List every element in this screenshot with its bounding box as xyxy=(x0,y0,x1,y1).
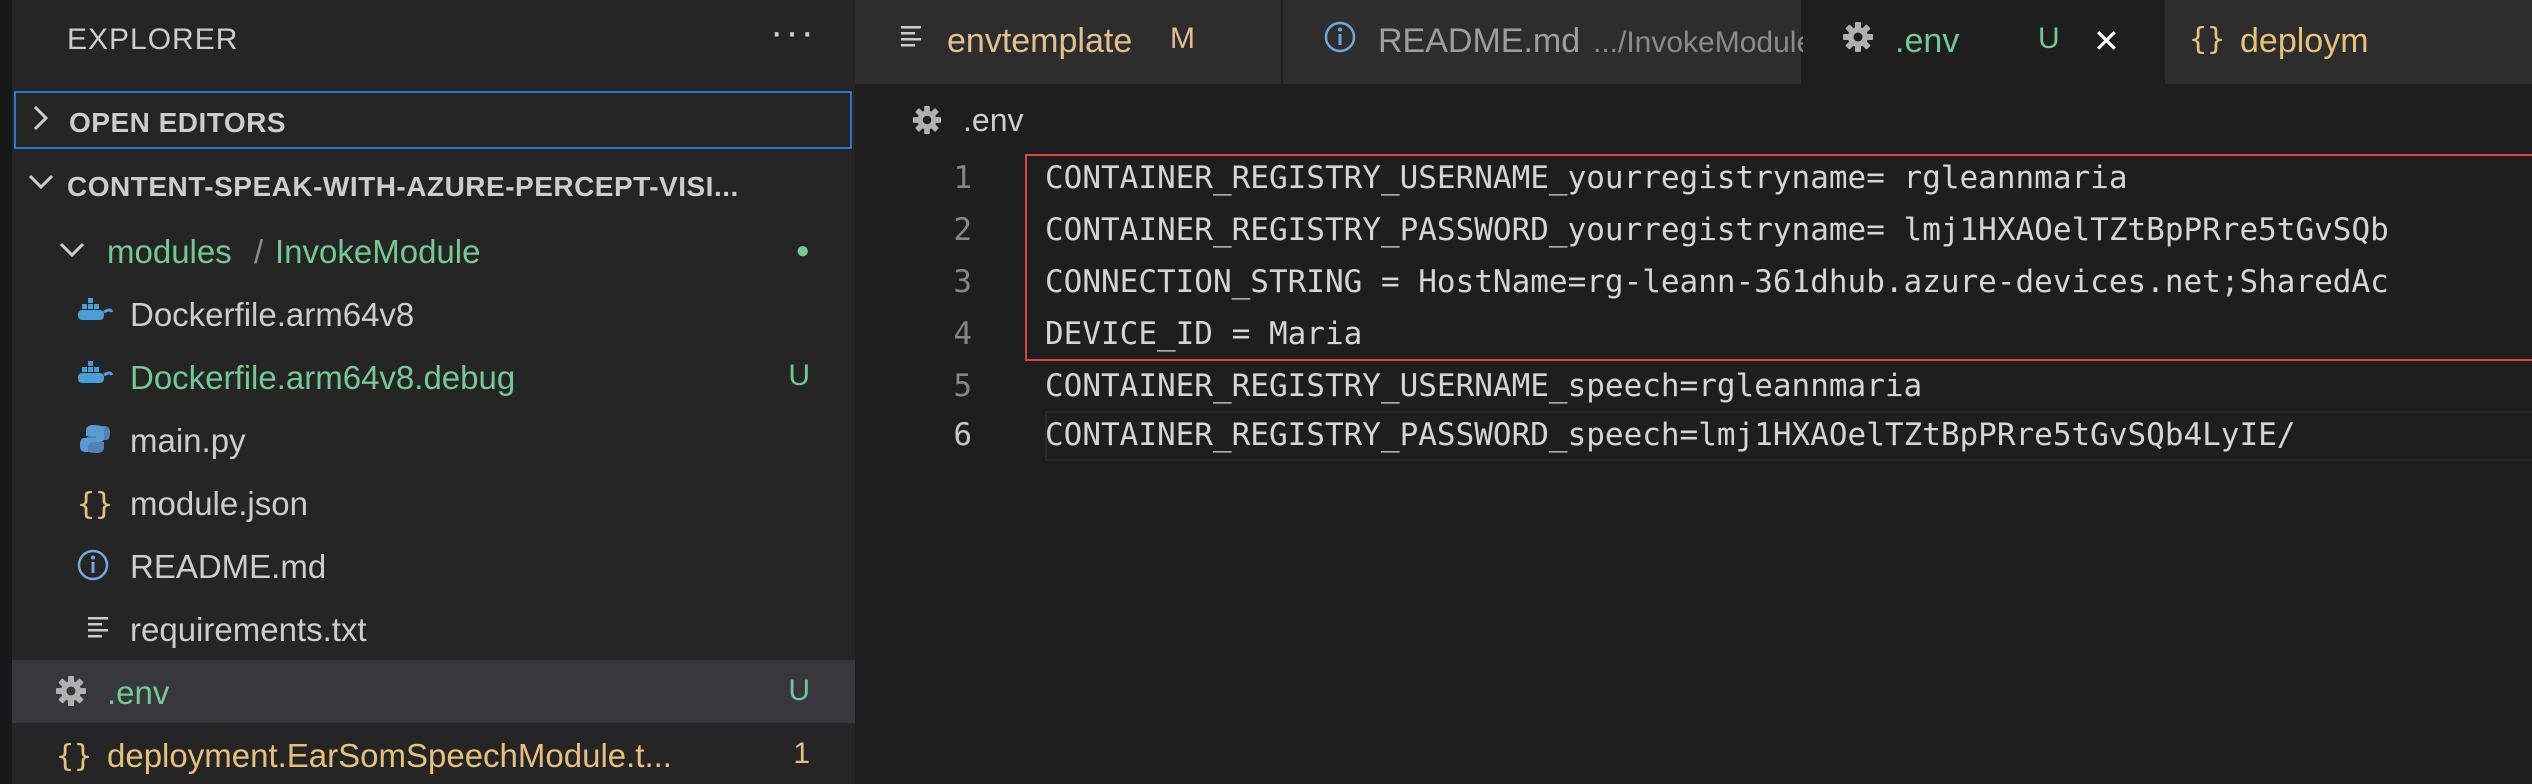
folder-separator: / xyxy=(254,233,264,270)
chevron-down-icon xyxy=(57,233,87,275)
editor-pane[interactable]: .env 1 CONTAINER_REGISTRY_USERNAME_yourr… xyxy=(855,84,2532,784)
file-name: main.py xyxy=(130,422,246,459)
json-braces-icon: {} xyxy=(77,487,114,522)
file-row-deployment[interactable]: {} deployment.EarSomSpeechModule.t... 1 xyxy=(12,723,855,784)
explorer-sidebar: EXPLORER ··· OPEN EDITORS CONTENT-SPEAK-… xyxy=(0,0,855,784)
open-editors-label: OPEN EDITORS xyxy=(69,107,287,138)
explorer-title: EXPLORER xyxy=(67,23,239,56)
tab-env[interactable]: .env U ✕ xyxy=(1803,0,2165,84)
file-name: README.md xyxy=(130,548,327,585)
chevron-right-icon xyxy=(30,101,52,143)
gear-icon xyxy=(54,674,88,716)
file-row-dockerfile-debug[interactable]: Dockerfile.arm64v8.debug U xyxy=(12,345,855,408)
file-row-module-json[interactable]: {} module.json xyxy=(12,471,855,534)
folder-row-invokemodule[interactable]: modules / InvokeModule ● xyxy=(12,219,855,282)
open-editors-section[interactable]: OPEN EDITORS xyxy=(14,91,852,149)
line-number: 4 xyxy=(953,316,972,352)
tab-label: README.md xyxy=(1378,22,1581,60)
code-line[interactable]: 5 CONTAINER_REGISTRY_USERNAME_speech=rgl… xyxy=(855,362,2532,414)
file-name: module.json xyxy=(130,485,308,522)
code-line-current[interactable]: 6 CONTAINER_REGISTRY_PASSWORD_speech=lmj… xyxy=(855,411,2532,463)
git-status-badge: U xyxy=(788,674,810,707)
python-icon xyxy=(78,422,112,464)
info-icon xyxy=(76,548,110,590)
project-label: CONTENT-SPEAK-WITH-AZURE-PERCEPT-VISI... xyxy=(67,171,739,202)
text-lines-icon xyxy=(899,20,925,58)
line-number: 1 xyxy=(953,160,972,196)
line-number: 6 xyxy=(953,417,972,453)
file-row-dockerfile[interactable]: Dockerfile.arm64v8 xyxy=(12,282,855,345)
tab-label: deploym xyxy=(2240,22,2369,60)
git-status-badge: U xyxy=(2038,22,2060,55)
file-name: .env xyxy=(107,674,170,711)
annotation-highlight-box xyxy=(1025,154,2532,361)
folder-name-invokemodule: InvokeModule xyxy=(275,233,481,270)
file-row-main-py[interactable]: main.py xyxy=(12,408,855,471)
breadcrumb[interactable]: .env xyxy=(963,102,1023,139)
docker-whale-icon xyxy=(74,359,114,399)
file-name: Dockerfile.arm64v8 xyxy=(130,296,415,333)
project-section[interactable]: CONTENT-SPEAK-WITH-AZURE-PERCEPT-VISI... xyxy=(14,157,852,215)
activity-bar-edge xyxy=(0,0,12,784)
code-text: CONTAINER_REGISTRY_PASSWORD_speech=lmj1H… xyxy=(1045,417,2296,453)
chevron-down-icon xyxy=(24,165,58,207)
line-number: 3 xyxy=(953,264,972,300)
tab-envtemplate[interactable]: envtemplate M xyxy=(855,0,1283,84)
gear-icon xyxy=(911,104,943,141)
folder-name-modules: modules xyxy=(107,233,232,270)
file-name: Dockerfile.arm64v8.debug xyxy=(130,359,516,396)
git-status-badge: U xyxy=(788,359,810,392)
file-name: deployment.EarSomSpeechModule.t... xyxy=(107,737,672,774)
more-actions-icon[interactable]: ··· xyxy=(770,10,816,55)
file-row-readme[interactable]: README.md xyxy=(12,534,855,597)
git-status-dot: ● xyxy=(795,237,811,264)
tab-label: envtemplate xyxy=(947,22,1133,60)
close-icon[interactable]: ✕ xyxy=(2093,22,2120,60)
gear-icon xyxy=(1841,20,1875,62)
tab-readme[interactable]: README.md .../InvokeModule xyxy=(1283,0,1813,84)
problem-count-badge: 1 xyxy=(793,737,810,770)
docker-whale-icon xyxy=(74,296,114,336)
info-icon xyxy=(1323,20,1357,62)
json-braces-icon: {} xyxy=(2189,22,2226,57)
text-lines-icon xyxy=(86,611,112,649)
editor-tab-bar: envtemplate M README.md .../InvokeModule… xyxy=(855,0,2532,84)
json-braces-icon: {} xyxy=(56,739,93,774)
git-status-badge: M xyxy=(1170,22,1195,55)
file-name: requirements.txt xyxy=(130,611,367,648)
line-number: 5 xyxy=(953,368,972,404)
tab-deployment[interactable]: {} deploym xyxy=(2165,0,2532,84)
file-row-env[interactable]: .env U xyxy=(12,660,855,723)
tab-label: .env xyxy=(1895,22,1960,60)
line-number: 2 xyxy=(953,212,972,248)
file-row-requirements[interactable]: requirements.txt xyxy=(12,597,855,660)
code-text: CONTAINER_REGISTRY_USERNAME_speech=rglea… xyxy=(1045,368,1923,404)
tab-path: .../InvokeModule xyxy=(1593,26,1814,59)
